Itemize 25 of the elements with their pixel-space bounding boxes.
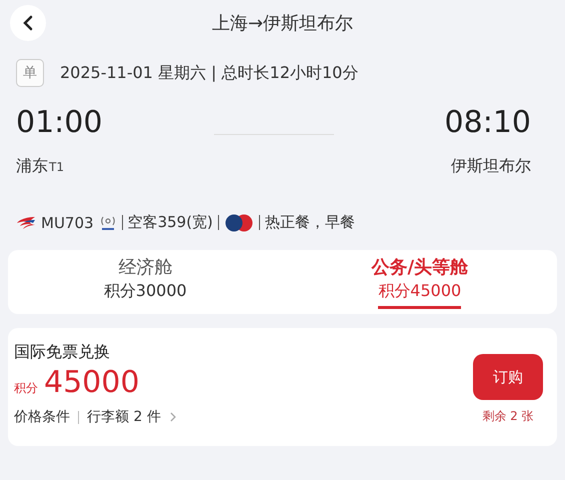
departure-time: 01:00 [16, 105, 102, 140]
terminal: T1 [49, 160, 64, 174]
date-duration: 2025-11-01 星期六 | 总时长12小时10分 [60, 62, 358, 84]
cabin-tab[interactable]: 公务/头等舱 积分45000 [282, 250, 557, 314]
condition-link[interactable]: 行李额 2 件 [87, 408, 161, 426]
chevron-icon [168, 412, 177, 422]
flight-number: MU703 [41, 214, 94, 232]
back-button[interactable] [10, 5, 46, 41]
back-icon [21, 15, 35, 31]
alliance-logo-icon [224, 214, 254, 232]
arrival-airport: 伊斯坦布尔 [451, 156, 531, 177]
meal-info: 热正餐，早餐 [264, 213, 355, 232]
buy-button[interactable]: 订购 [473, 354, 543, 400]
page-title: 上海→伊斯坦布尔 [212, 12, 354, 34]
remaining-count: 剩余 2 张 [482, 408, 534, 425]
one-way-badge: 单 [16, 59, 44, 87]
condition-link[interactable]: 价格条件 [14, 408, 70, 426]
points-price: 45000 [44, 365, 140, 400]
points-label: 积分 [14, 380, 38, 397]
aircraft-type: 空客359(宽) [128, 213, 213, 232]
offer-title: 国际免票兑换 [14, 342, 111, 363]
airline-logo-icon [16, 216, 36, 230]
departure-airport: 浦东 [16, 156, 48, 177]
arrival-time: 08:10 [444, 105, 531, 140]
cabin-tab[interactable]: 经济舱 积分30000 [8, 250, 282, 314]
